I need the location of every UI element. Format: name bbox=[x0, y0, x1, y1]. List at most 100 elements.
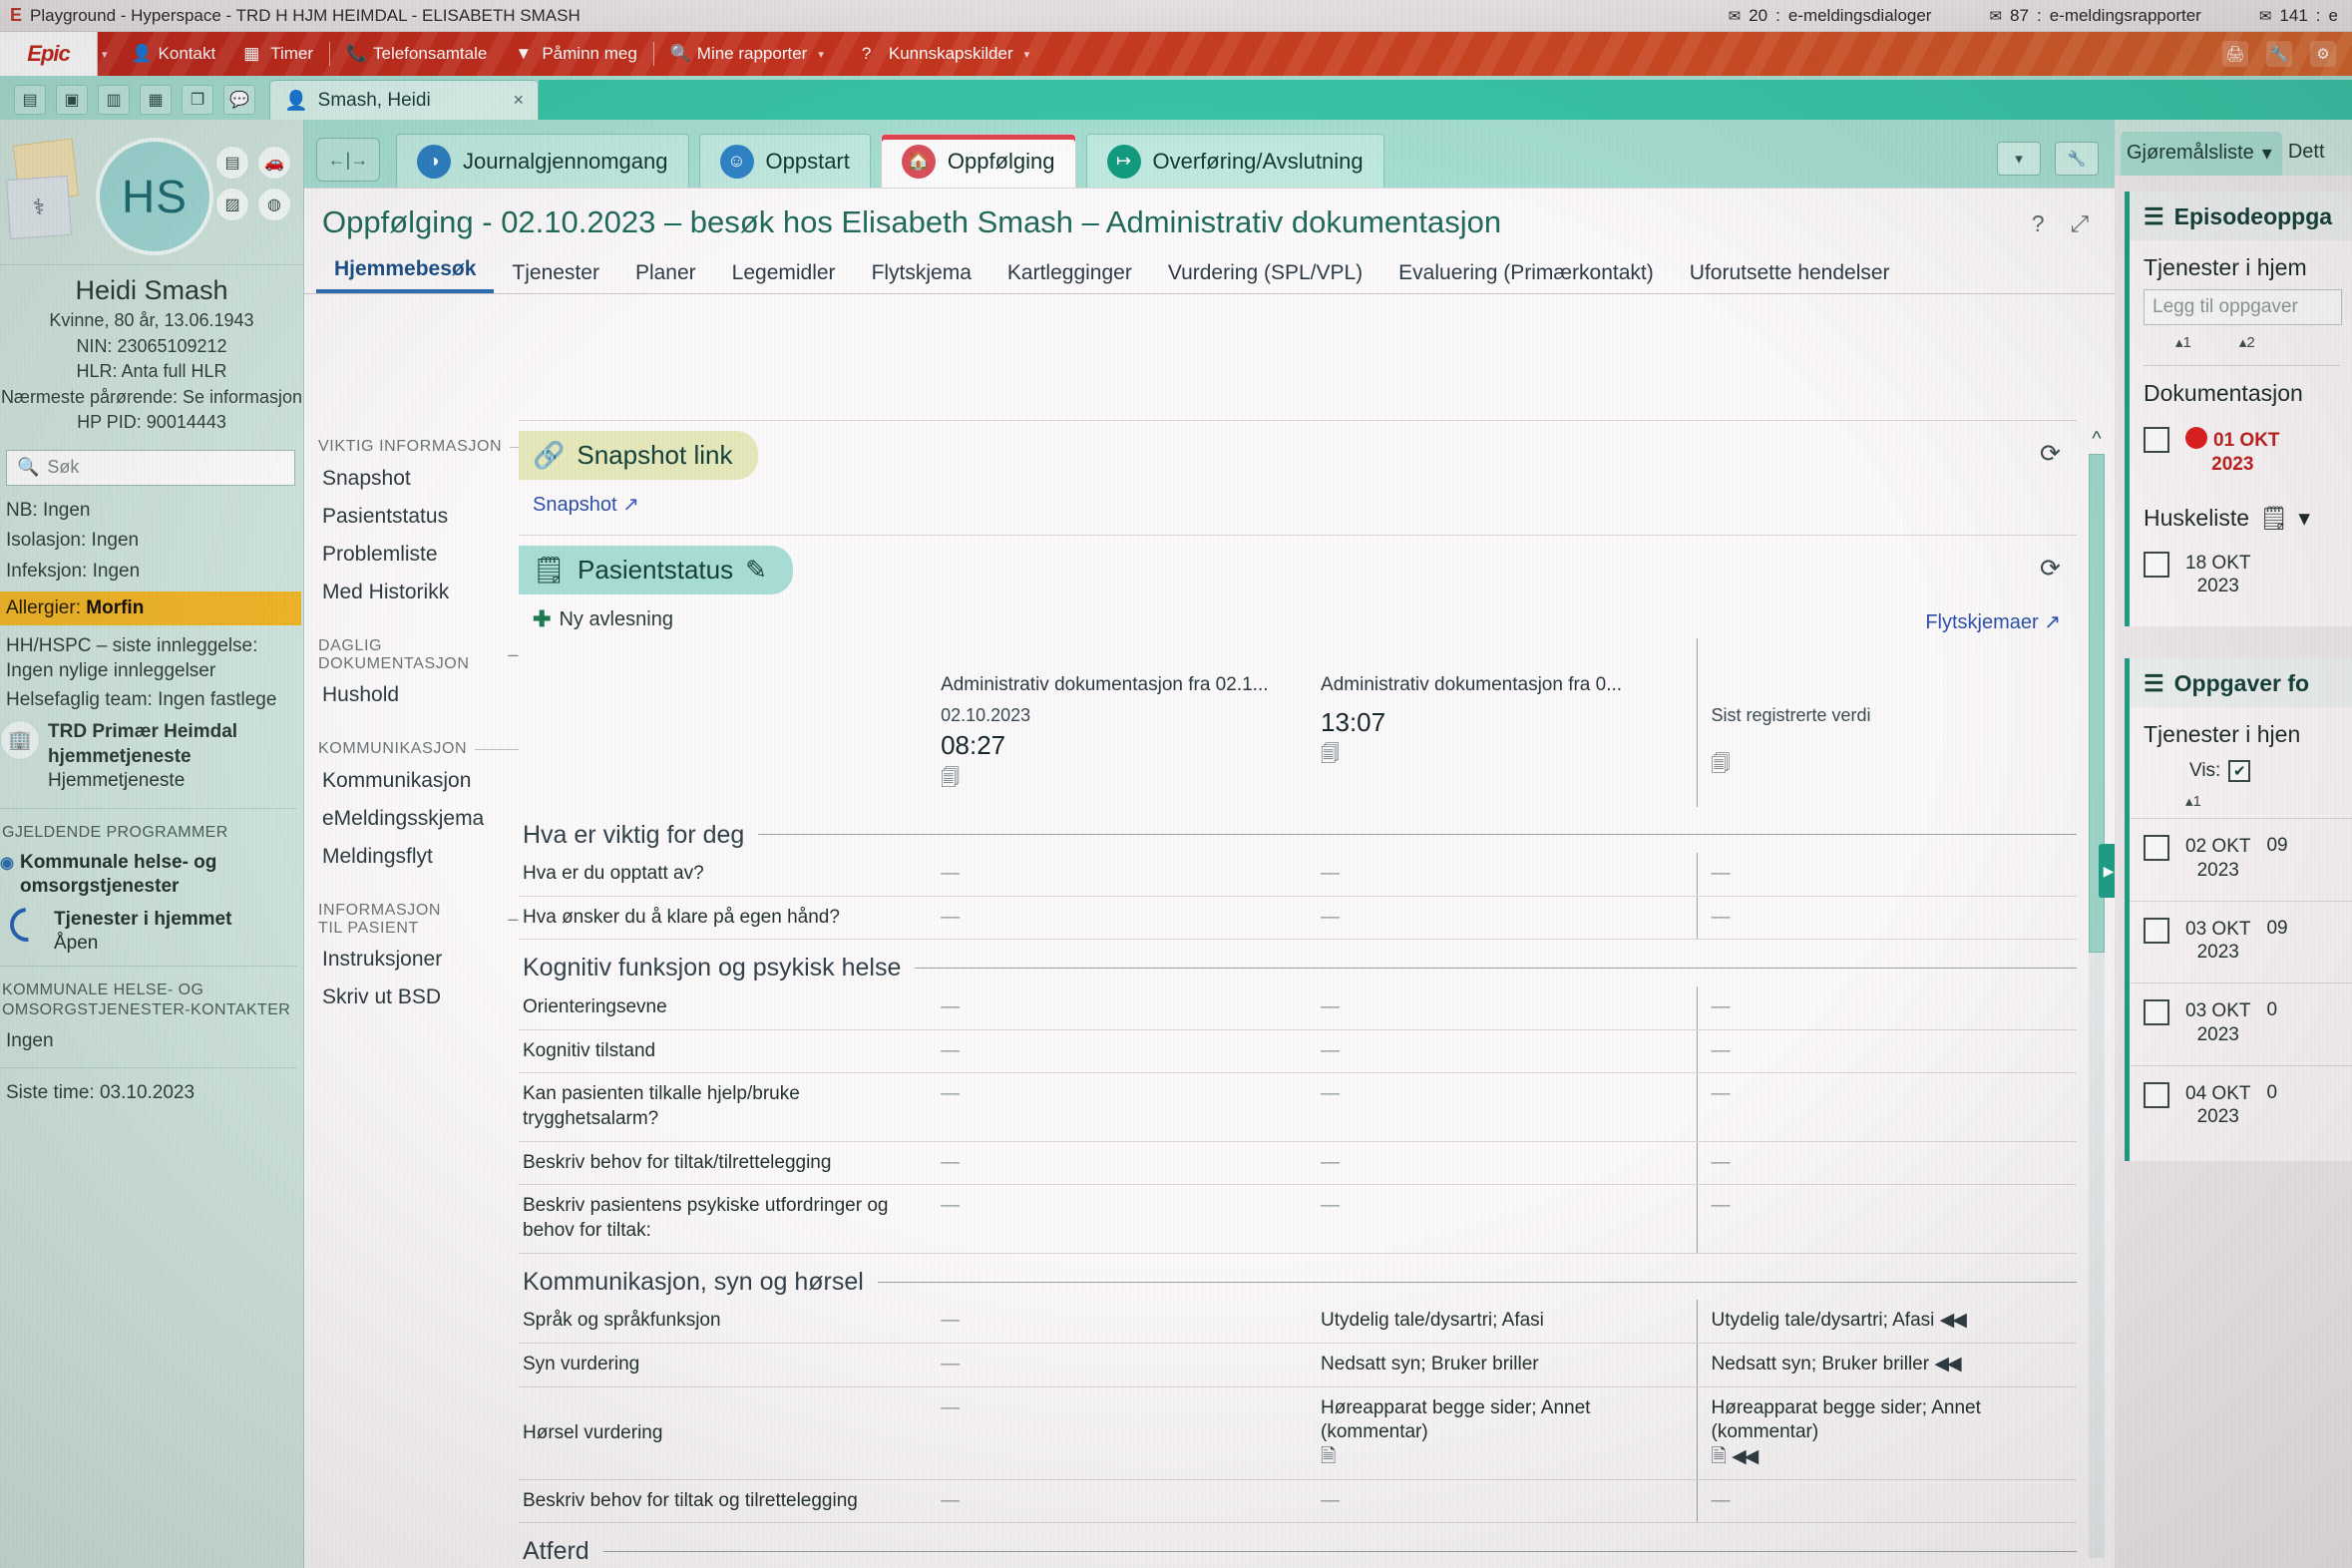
table-row[interactable]: Hva er du opptatt av? — — — bbox=[519, 853, 2077, 897]
chevron-down-icon[interactable]: ▾ bbox=[818, 48, 824, 61]
doc-out-icon[interactable]: 🗐 bbox=[941, 763, 1307, 792]
env-item-1[interactable]: ✉ 87 : e-meldingsrapporter bbox=[1989, 6, 2200, 26]
tab-journalgjennomgang[interactable]: ◑ Journalgjennomgang bbox=[396, 134, 689, 188]
task-row[interactable]: 03 OKT 2023 09 bbox=[2130, 900, 2352, 983]
help-circle-icon[interactable]: ? bbox=[2032, 210, 2045, 237]
wrench-icon[interactable]: 🔧 bbox=[2055, 142, 2099, 176]
flowsheet-link[interactable]: Flytskjemaer ↗ bbox=[1925, 609, 2061, 634]
table-row[interactable]: Kan pasienten tilkalle hjelp/bruke trygg… bbox=[519, 1072, 2077, 1142]
tab-tjenester[interactable]: Tjenester bbox=[494, 261, 617, 293]
tab-kartlegginger[interactable]: Kartlegginger bbox=[989, 261, 1150, 293]
collapse-icon[interactable]: – bbox=[508, 909, 519, 930]
doc-icon[interactable]: 🗎 bbox=[1712, 1446, 1727, 1467]
doc-out-icon[interactable]: 🗐 bbox=[1712, 727, 2068, 778]
table-row[interactable]: Hørsel vurdering — Høreapparat begge sid… bbox=[519, 1386, 2077, 1480]
new-reading-button[interactable]: ✚ Ny avlesning bbox=[519, 594, 2077, 638]
tab-planer[interactable]: Planer bbox=[617, 261, 714, 293]
printer-icon[interactable]: 🖨 bbox=[2222, 41, 2248, 67]
task-checkbox[interactable] bbox=[2144, 1081, 2169, 1108]
table-row[interactable]: Beskriv behov for tiltak og tilrettelegg… bbox=[519, 1479, 2077, 1524]
lnav-item-skriv-ut-bsd[interactable]: Skriv ut BSD bbox=[318, 979, 519, 1016]
ribbon-item-kunnskapskilder[interactable]: ? Kunnskapskilder ▾ bbox=[848, 32, 1053, 76]
ribbon-item-paminn-meg[interactable]: ▼ Påminn meg bbox=[501, 32, 650, 76]
rail-tab-dett[interactable]: Dett bbox=[2282, 141, 2335, 176]
tab-evaluering[interactable]: Evaluering (Primærkontakt) bbox=[1380, 261, 1672, 293]
tab-legemidler[interactable]: Legemidler bbox=[714, 261, 854, 293]
tab-overforing-avslutning[interactable]: ↦ Overføring/Avslutning bbox=[1085, 134, 1384, 188]
table-row[interactable]: Syn vurdering — Nedsatt syn; Bruker bril… bbox=[519, 1343, 2077, 1387]
table-row[interactable]: Beskriv pasientens psykiske utfordringer… bbox=[519, 1184, 2077, 1254]
list-icon[interactable]: 🗒 bbox=[2259, 505, 2288, 532]
task-checkbox[interactable] bbox=[2144, 551, 2169, 578]
lnav-item-pasientstatus[interactable]: Pasientstatus bbox=[318, 498, 519, 536]
task-row[interactable]: 02 OKT 2023 09 bbox=[2130, 818, 2352, 901]
add-task-input[interactable]: Legg til oppgaver bbox=[2144, 289, 2342, 325]
lnav-item-snapshot[interactable]: Snapshot bbox=[318, 460, 519, 498]
task-checkbox[interactable] bbox=[2144, 427, 2169, 453]
task-row[interactable]: 04 OKT 2023 0 bbox=[2130, 1064, 2352, 1148]
copy-icon[interactable]: ❐ bbox=[182, 85, 213, 115]
chart-icon[interactable]: ▥ bbox=[98, 85, 130, 115]
snapshot-link[interactable]: Snapshot ↗ bbox=[519, 480, 2077, 535]
task-checkbox[interactable] bbox=[2144, 835, 2169, 861]
expand-icon[interactable]: ⤢ bbox=[2071, 210, 2089, 237]
service-item[interactable]: Tjenester i hjemmet Åpen bbox=[0, 900, 303, 957]
refresh-icon[interactable]: ⟳ bbox=[2040, 554, 2061, 584]
lnav-item-instruksjoner[interactable]: Instruksjoner bbox=[318, 941, 519, 979]
lnav-item-kommunikasjon[interactable]: Kommunikasjon bbox=[318, 762, 519, 800]
ribbon-item-telefonsamtale[interactable]: 📞 Telefonsamtale bbox=[332, 32, 501, 76]
sidebar-search-input[interactable]: 🔍 Søk bbox=[6, 449, 295, 486]
lnav-item-problemliste[interactable]: Problemliste bbox=[318, 536, 519, 574]
collapse-icon[interactable]: – bbox=[508, 644, 519, 665]
wrench-icon[interactable]: 🔧 bbox=[2266, 41, 2292, 67]
chevron-down-icon[interactable]: ▾ bbox=[2298, 505, 2310, 532]
settings-icon[interactable]: ⚙ bbox=[2310, 41, 2336, 67]
ribbon-item-kontakt[interactable]: 👤 Kontakt bbox=[118, 32, 230, 76]
lnav-item-meldingsflyt[interactable]: Meldingsflyt bbox=[318, 838, 519, 876]
refresh-icon[interactable]: ⟳ bbox=[2040, 439, 2061, 469]
inbox-icon[interactable]: ▣ bbox=[56, 85, 88, 115]
epic-logo-button[interactable]: Epic bbox=[0, 32, 98, 76]
lnav-item-med-historikk[interactable]: Med Historikk bbox=[318, 574, 519, 611]
close-icon[interactable]: × bbox=[513, 90, 524, 111]
collapse-chevrons-icon[interactable]: ◀◀ bbox=[1934, 1354, 1961, 1374]
scroll-up-icon[interactable]: ^ bbox=[2087, 428, 2107, 451]
chevron-down-icon[interactable]: ▾ bbox=[2262, 141, 2272, 166]
schedule-grid-icon[interactable]: ▦ bbox=[140, 85, 172, 115]
env-item-2[interactable]: ✉ 141 : e bbox=[2259, 6, 2338, 26]
rail-tab-gjoremalsliste[interactable]: Gjøremålsliste ▾ bbox=[2121, 132, 2282, 176]
chevron-down-icon[interactable]: ▾ bbox=[1024, 48, 1030, 61]
sort-marker-2[interactable]: ▴2 bbox=[2239, 333, 2255, 351]
program-item[interactable]: ◉ Kommunale helse- og omsorgstjenester bbox=[0, 849, 303, 902]
env-item-0[interactable]: ✉ 20 : e-meldingsdialoger bbox=[1729, 6, 1932, 26]
comment-icon[interactable]: 💬 bbox=[223, 85, 255, 115]
table-row[interactable]: Kognitiv tilstand — — — bbox=[519, 1029, 2077, 1074]
tab-hjemmebesok[interactable]: Hjemmebesøk bbox=[316, 257, 495, 293]
tab-oppfolging[interactable]: 🏠 Oppfølging bbox=[880, 134, 1076, 188]
tab-uforutsette-hendelser[interactable]: Uforutsette hendelser bbox=[1672, 261, 1908, 293]
table-row[interactable]: Orienteringsevne — — — bbox=[519, 985, 2077, 1030]
chevron-down-icon[interactable]: ▾ bbox=[1997, 142, 2041, 176]
patient-workspace-tab[interactable]: 👤 Smash, Heidi × bbox=[269, 80, 539, 120]
bed-icon[interactable]: ▤ bbox=[215, 146, 249, 180]
nav-back-forward-buttons[interactable]: ←|→ bbox=[316, 138, 380, 182]
vis-checkbox[interactable]: ✔ bbox=[2228, 760, 2251, 782]
lnav-item-hushold[interactable]: Hushold bbox=[318, 676, 519, 714]
table-row[interactable]: Språk og språkfunksjon — Utydelig tale/d… bbox=[519, 1300, 2077, 1344]
tab-flytskjema[interactable]: Flytskjema bbox=[854, 261, 989, 293]
lnav-item-emeldingsskjema[interactable]: eMeldingsskjema bbox=[318, 800, 519, 838]
tab-vurdering[interactable]: Vurdering (SPL/VPL) bbox=[1150, 261, 1380, 293]
allergy-icon[interactable]: ◍ bbox=[257, 188, 291, 221]
tab-oppstart[interactable]: ☺ Oppstart bbox=[698, 134, 871, 188]
sort-marker-1[interactable]: ▴1 bbox=[2175, 333, 2191, 351]
sort-marker-1[interactable]: ▴1 bbox=[2185, 792, 2201, 810]
allergy-banner[interactable]: Allergier: Morfin bbox=[0, 590, 301, 625]
content-scrollbar[interactable]: ^ bbox=[2087, 428, 2107, 1558]
calendar-icon[interactable]: ▤ bbox=[14, 85, 46, 115]
care-team-row[interactable]: 🏢 TRD Primær Heimdal hjemmetjeneste Hjem… bbox=[0, 714, 303, 798]
no-monitor-icon[interactable]: ▨ bbox=[215, 188, 249, 221]
ribbon-item-mine-rapporter[interactable]: 🔍 Mine rapporter ▾ bbox=[656, 32, 848, 76]
vis-filter-row[interactable]: Vis: ✔ bbox=[2130, 756, 2352, 784]
task-row[interactable]: 03 OKT 2023 0 bbox=[2130, 982, 2352, 1065]
task-checkbox[interactable] bbox=[2144, 999, 2169, 1025]
